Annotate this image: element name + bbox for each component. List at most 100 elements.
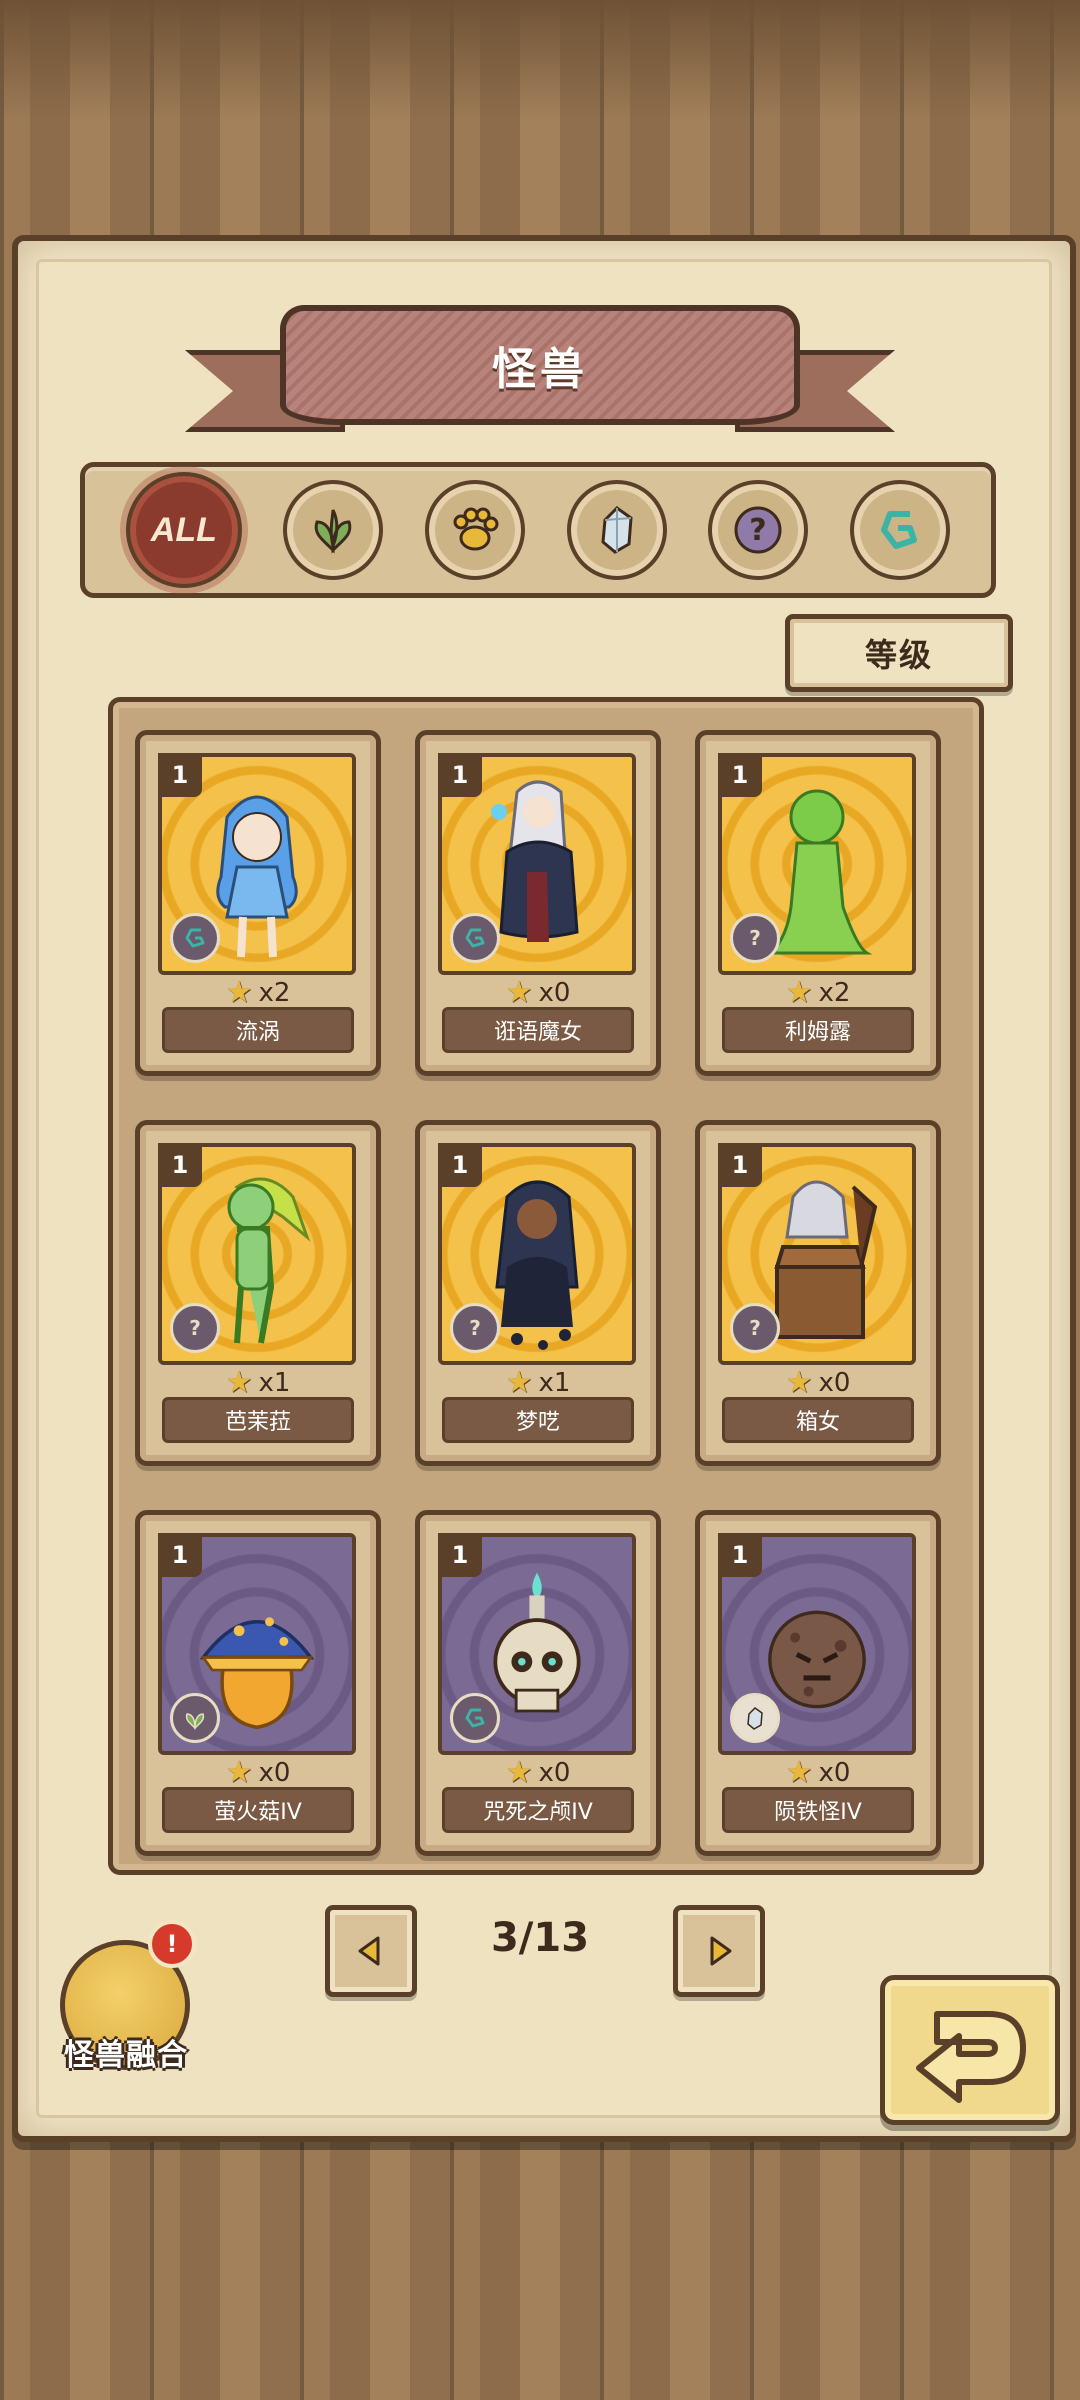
monster-name: 咒死之颅IV: [442, 1787, 634, 1833]
star-icon: ★: [505, 1365, 533, 1400]
level-badge: 1: [438, 1143, 482, 1187]
level-badge: 1: [438, 753, 482, 797]
filter-bar: ALL ?: [80, 462, 996, 598]
star-count-value: x0: [538, 977, 571, 1008]
star-count: ★ x2: [700, 975, 936, 1010]
level-badge: 1: [158, 1143, 202, 1187]
element-type-icon: [170, 913, 220, 963]
star-count: ★ x1: [140, 1365, 376, 1400]
monster-name: 诳语魔女: [442, 1007, 634, 1053]
swirl-icon: [465, 1708, 485, 1728]
star-count-value: x1: [538, 1367, 571, 1398]
filter-mineral-button[interactable]: [566, 480, 667, 580]
swirl-icon: [881, 511, 918, 549]
element-type-icon: ?: [450, 1303, 500, 1353]
star-count-value: x0: [818, 1367, 851, 1398]
svg-text:?: ?: [189, 1316, 201, 1340]
level-badge: 1: [718, 1533, 762, 1577]
element-type-icon: [450, 913, 500, 963]
monster-card[interactable]: 1? ★ x0 箱女: [695, 1120, 941, 1466]
crystal-icon: [747, 1707, 763, 1730]
svg-text:?: ?: [749, 926, 761, 950]
level-badge: 1: [158, 753, 202, 797]
monster-card[interactable]: 1? ★ x1 芭茉菈: [135, 1120, 381, 1466]
sort-by-level-button[interactable]: 等级: [785, 614, 1013, 692]
star-icon: ★: [225, 1755, 253, 1790]
question-icon: ?: [189, 1316, 201, 1340]
arrow-left-icon: [358, 1936, 380, 1966]
star-icon: ★: [505, 975, 533, 1010]
page-title: 怪兽: [492, 344, 588, 395]
element-type-icon: ?: [730, 913, 780, 963]
next-page-button[interactable]: [673, 1905, 765, 1997]
question-icon: ?: [749, 926, 761, 950]
monster-card[interactable]: 1 ★ x2 流涡: [135, 730, 381, 1076]
swirl-icon: [465, 928, 485, 948]
monster-card[interactable]: 1? ★ x1 梦呓: [415, 1120, 661, 1466]
level-badge: 1: [718, 1143, 762, 1187]
monster-card[interactable]: 1? ★ x2 利姆露: [695, 730, 941, 1076]
element-type-icon: [450, 1693, 500, 1743]
back-button[interactable]: [880, 1975, 1060, 2125]
star-count: ★ x0: [420, 1755, 656, 1790]
filter-water-button[interactable]: [850, 480, 951, 580]
star-count-value: x0: [258, 1757, 291, 1788]
star-count-value: x2: [818, 977, 851, 1008]
filter-beast-button[interactable]: [425, 480, 526, 580]
star-count: ★ x0: [700, 1755, 936, 1790]
level-badge: 1: [718, 753, 762, 797]
monster-name: 陨铁怪IV: [722, 1787, 914, 1833]
arrow-right-icon: [710, 1936, 732, 1966]
monster-name: 芭茉菈: [162, 1397, 354, 1443]
monster-name: 梦呓: [442, 1397, 634, 1443]
title-banner: 怪兽: [185, 300, 895, 432]
star-count: ★ x0: [420, 975, 656, 1010]
element-type-icon: [170, 1693, 220, 1743]
return-arrow-icon: [916, 2011, 1026, 2103]
paw-icon: [453, 507, 499, 551]
prev-page-button[interactable]: [325, 1905, 417, 1997]
monster-name: 流涡: [162, 1007, 354, 1053]
level-badge: 1: [438, 1533, 482, 1577]
fusion-label: 怪兽融合: [64, 2038, 188, 2073]
svg-text:?: ?: [749, 1316, 761, 1340]
monster-name: 萤火菇IV: [162, 1787, 354, 1833]
svg-text:?: ?: [469, 1316, 481, 1340]
leaf-icon: [185, 1713, 205, 1730]
question-icon: ?: [734, 506, 782, 554]
star-count-value: x2: [258, 977, 291, 1008]
filter-unknown-button[interactable]: ?: [708, 480, 809, 580]
filter-all-label: ALL: [150, 510, 217, 549]
monster-card[interactable]: 1 ★ x0 咒死之颅IV: [415, 1510, 661, 1856]
star-count-value: x0: [818, 1757, 851, 1788]
star-icon: ★: [225, 975, 253, 1010]
monster-card[interactable]: 1 ★ x0 诳语魔女: [415, 730, 661, 1076]
star-icon: ★: [785, 1365, 813, 1400]
sort-label: 等级: [864, 636, 933, 674]
monster-card[interactable]: 1 ★ x0 萤火菇IV: [135, 1510, 381, 1856]
star-count-value: x1: [258, 1367, 291, 1398]
page-indicator: 3/13: [490, 1915, 590, 1961]
star-icon: ★: [505, 1755, 533, 1790]
filter-plant-button[interactable]: [283, 480, 384, 580]
notification-badge: !: [148, 1920, 196, 1968]
element-type-icon: [730, 1693, 780, 1743]
star-icon: ★: [225, 1365, 253, 1400]
crystal-icon: [601, 506, 633, 554]
monster-name: 箱女: [722, 1397, 914, 1443]
swirl-icon: [185, 928, 205, 948]
filter-all-button[interactable]: ALL: [125, 472, 242, 588]
element-type-icon: ?: [730, 1303, 780, 1353]
leaf-icon: [315, 509, 352, 554]
question-icon: ?: [469, 1316, 481, 1340]
star-icon: ★: [785, 1755, 813, 1790]
star-count: ★ x0: [140, 1755, 376, 1790]
monster-card[interactable]: 1 ★ x0 陨铁怪IV: [695, 1510, 941, 1856]
svg-text:?: ?: [750, 513, 767, 548]
monster-fusion-button[interactable]: ! 怪兽融合: [50, 1920, 200, 2080]
element-type-icon: ?: [170, 1303, 220, 1353]
question-icon: ?: [749, 1316, 761, 1340]
level-badge: 1: [158, 1533, 202, 1577]
star-count: ★ x1: [420, 1365, 656, 1400]
star-count: ★ x0: [700, 1365, 936, 1400]
